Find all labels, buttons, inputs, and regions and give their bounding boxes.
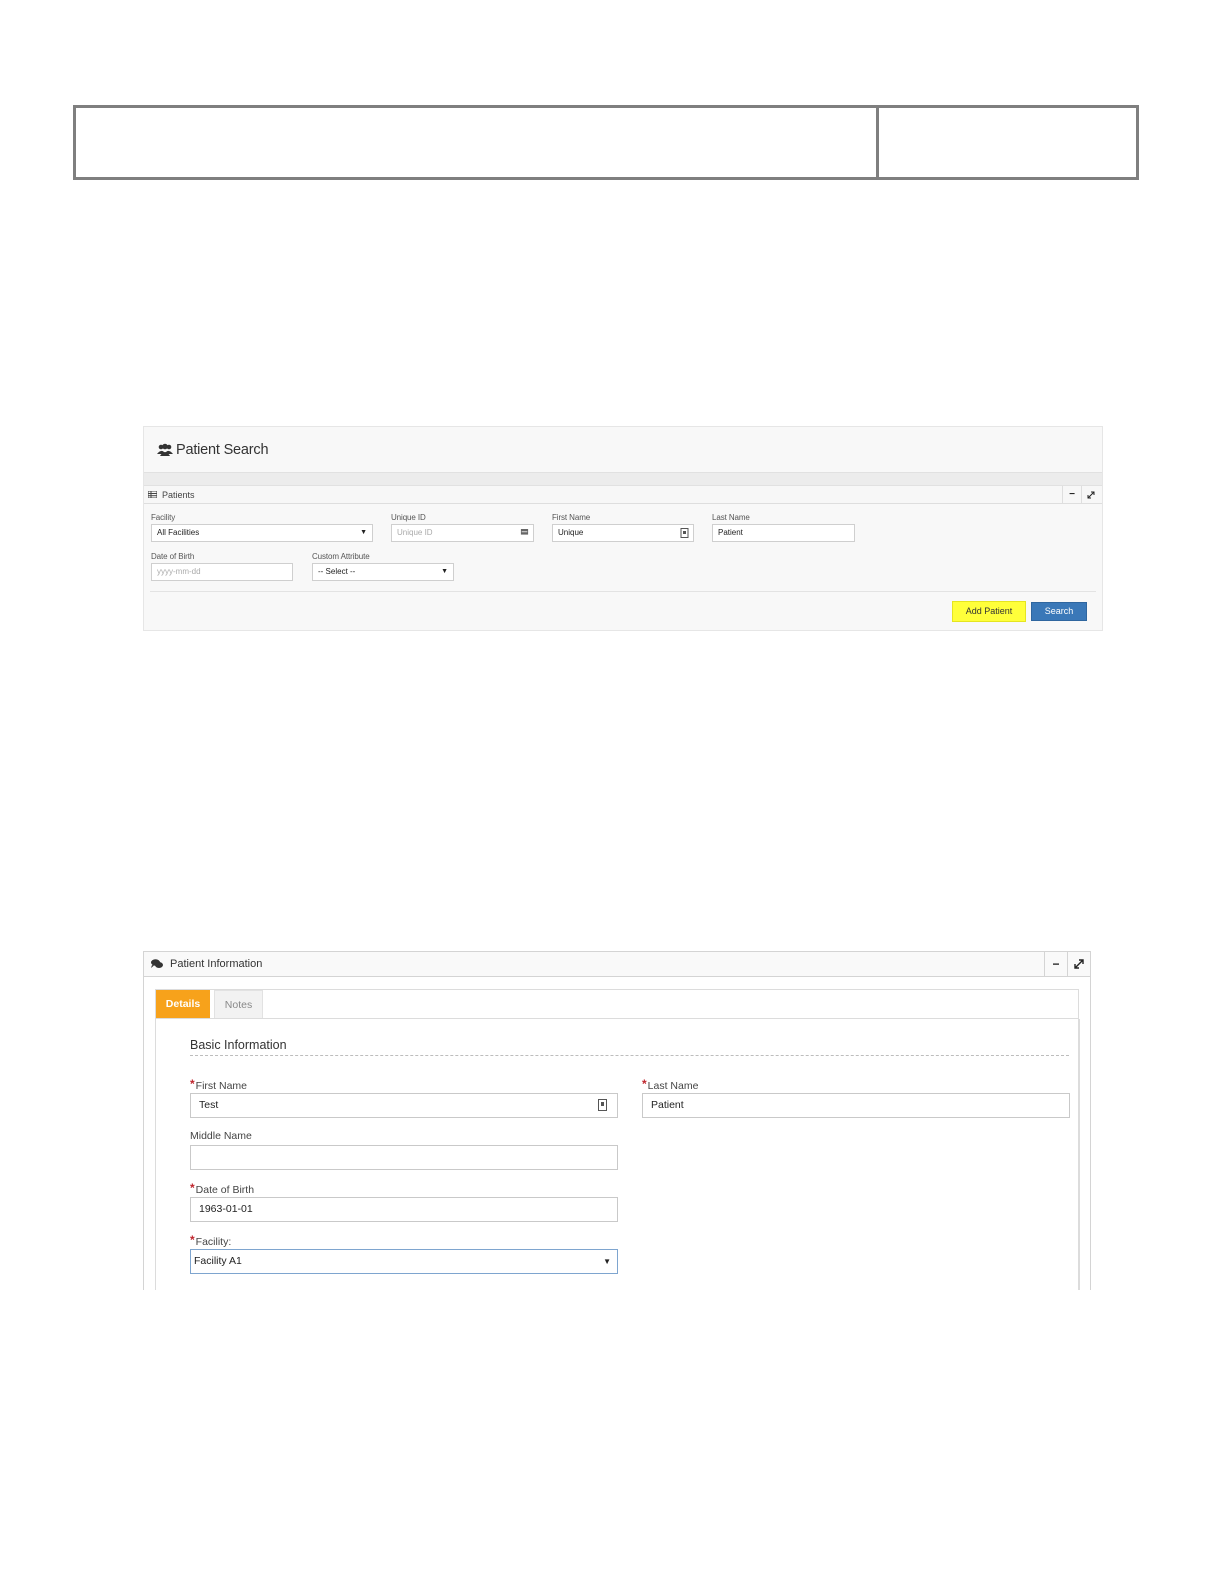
- facility-label-text: Facility:: [195, 1236, 232, 1248]
- patient-information-body: Details Notes Basic Information *First N…: [155, 989, 1080, 1290]
- first-name-label: First Name: [552, 513, 591, 522]
- first-name-label-text: First Name: [195, 1080, 248, 1092]
- required-marker: *: [642, 1077, 647, 1091]
- tab-bar: Details Notes: [156, 990, 1078, 1019]
- section-title: Basic Information: [190, 1038, 1069, 1056]
- page-title-text: Patient Search: [176, 441, 269, 458]
- custom-attribute-select[interactable]: -- Select -- ▼: [312, 563, 454, 581]
- id-card-icon: [520, 529, 529, 535]
- patient-information-header: Patient Information −: [144, 951, 1090, 977]
- last-name-field[interactable]: Patient: [642, 1093, 1070, 1118]
- patient-information-screenshot: Patient Information − Details Notes Basi…: [143, 951, 1091, 1290]
- dob-input[interactable]: yyyy-mm-dd: [151, 563, 293, 581]
- expand-icon[interactable]: [1067, 952, 1090, 976]
- first-name-field-value: Test: [199, 1099, 219, 1111]
- last-name-label: Last Name: [712, 513, 750, 522]
- first-name-filter: First Name Unique: [552, 513, 694, 542]
- comments-icon: [151, 959, 163, 968]
- minimize-icon[interactable]: −: [1062, 486, 1081, 503]
- add-patient-button[interactable]: Add Patient: [952, 601, 1026, 622]
- first-name-input[interactable]: Unique: [552, 524, 694, 542]
- facility-label: Facility: [151, 513, 176, 522]
- header-cell-left: [76, 108, 879, 177]
- page-title: Patient Search: [144, 427, 1102, 472]
- facility-dropdown[interactable]: Facility A1 ▼: [190, 1249, 618, 1274]
- patients-panel-header: Patients −: [144, 486, 1102, 504]
- title-separator: [144, 472, 1102, 486]
- chevron-down-icon: ▼: [360, 529, 367, 536]
- facility-field-label: *Facility:: [190, 1233, 231, 1248]
- middle-name-field-label: Middle Name: [190, 1130, 252, 1142]
- patient-information-title: Patient Information: [170, 958, 263, 970]
- dob-filter: Date of Birth yyyy-mm-dd: [151, 552, 293, 581]
- expand-icon[interactable]: [1081, 486, 1100, 503]
- contact-card-icon: [598, 1099, 607, 1111]
- first-name-value: Unique: [558, 528, 584, 537]
- last-name-input[interactable]: Patient: [712, 524, 855, 542]
- middle-name-field[interactable]: [190, 1145, 618, 1170]
- first-name-field[interactable]: Test: [190, 1093, 618, 1118]
- facility-dropdown-value: Facility A1: [194, 1255, 242, 1267]
- custom-attribute-filter: Custom Attribute -- Select -- ▼: [312, 552, 454, 581]
- chevron-down-icon: ▼: [603, 1257, 611, 1266]
- details-tab-content: Basic Information *First Name Test *Last…: [168, 1019, 1080, 1290]
- facility-select-value: All Facilities: [157, 528, 200, 537]
- contact-card-icon: [680, 528, 689, 538]
- dob-field[interactable]: 1963-01-01: [190, 1197, 618, 1222]
- custom-attribute-label: Custom Attribute: [312, 552, 370, 561]
- last-name-label-text: Last Name: [647, 1080, 699, 1092]
- unique-id-filter: Unique ID Unique ID: [391, 513, 534, 542]
- last-name-field-label: *Last Name: [642, 1077, 698, 1092]
- required-marker: *: [190, 1233, 195, 1247]
- patients-panel-title: Patients: [162, 489, 195, 500]
- dob-label: Date of Birth: [151, 552, 195, 561]
- dob-label-text: Date of Birth: [195, 1184, 255, 1196]
- first-name-field-label: *First Name: [190, 1077, 247, 1092]
- dob-field-label: *Date of Birth: [190, 1181, 254, 1196]
- users-icon: [157, 443, 173, 456]
- search-button[interactable]: Search: [1031, 602, 1087, 621]
- unique-id-label: Unique ID: [391, 513, 426, 522]
- unique-id-input[interactable]: Unique ID: [391, 524, 534, 542]
- table-icon: [148, 491, 157, 498]
- header-cell-right: [879, 108, 1136, 177]
- patient-search-screenshot: Patient Search Patients − Facility All F…: [143, 426, 1103, 631]
- facility-filter: Facility All Facilities ▼: [151, 513, 373, 542]
- unique-id-placeholder: Unique ID: [397, 528, 433, 537]
- required-marker: *: [190, 1077, 195, 1091]
- required-marker: *: [190, 1181, 195, 1195]
- tab-notes[interactable]: Notes: [214, 990, 263, 1018]
- minimize-icon[interactable]: −: [1044, 952, 1067, 976]
- document-header-table: [73, 105, 1139, 180]
- chevron-down-icon: ▼: [441, 568, 448, 575]
- tab-details[interactable]: Details: [156, 990, 210, 1018]
- form-footer-divider: [150, 591, 1096, 592]
- facility-select[interactable]: All Facilities ▼: [151, 524, 373, 542]
- last-name-filter: Last Name Patient: [712, 513, 855, 542]
- custom-attribute-value: -- Select --: [318, 567, 356, 576]
